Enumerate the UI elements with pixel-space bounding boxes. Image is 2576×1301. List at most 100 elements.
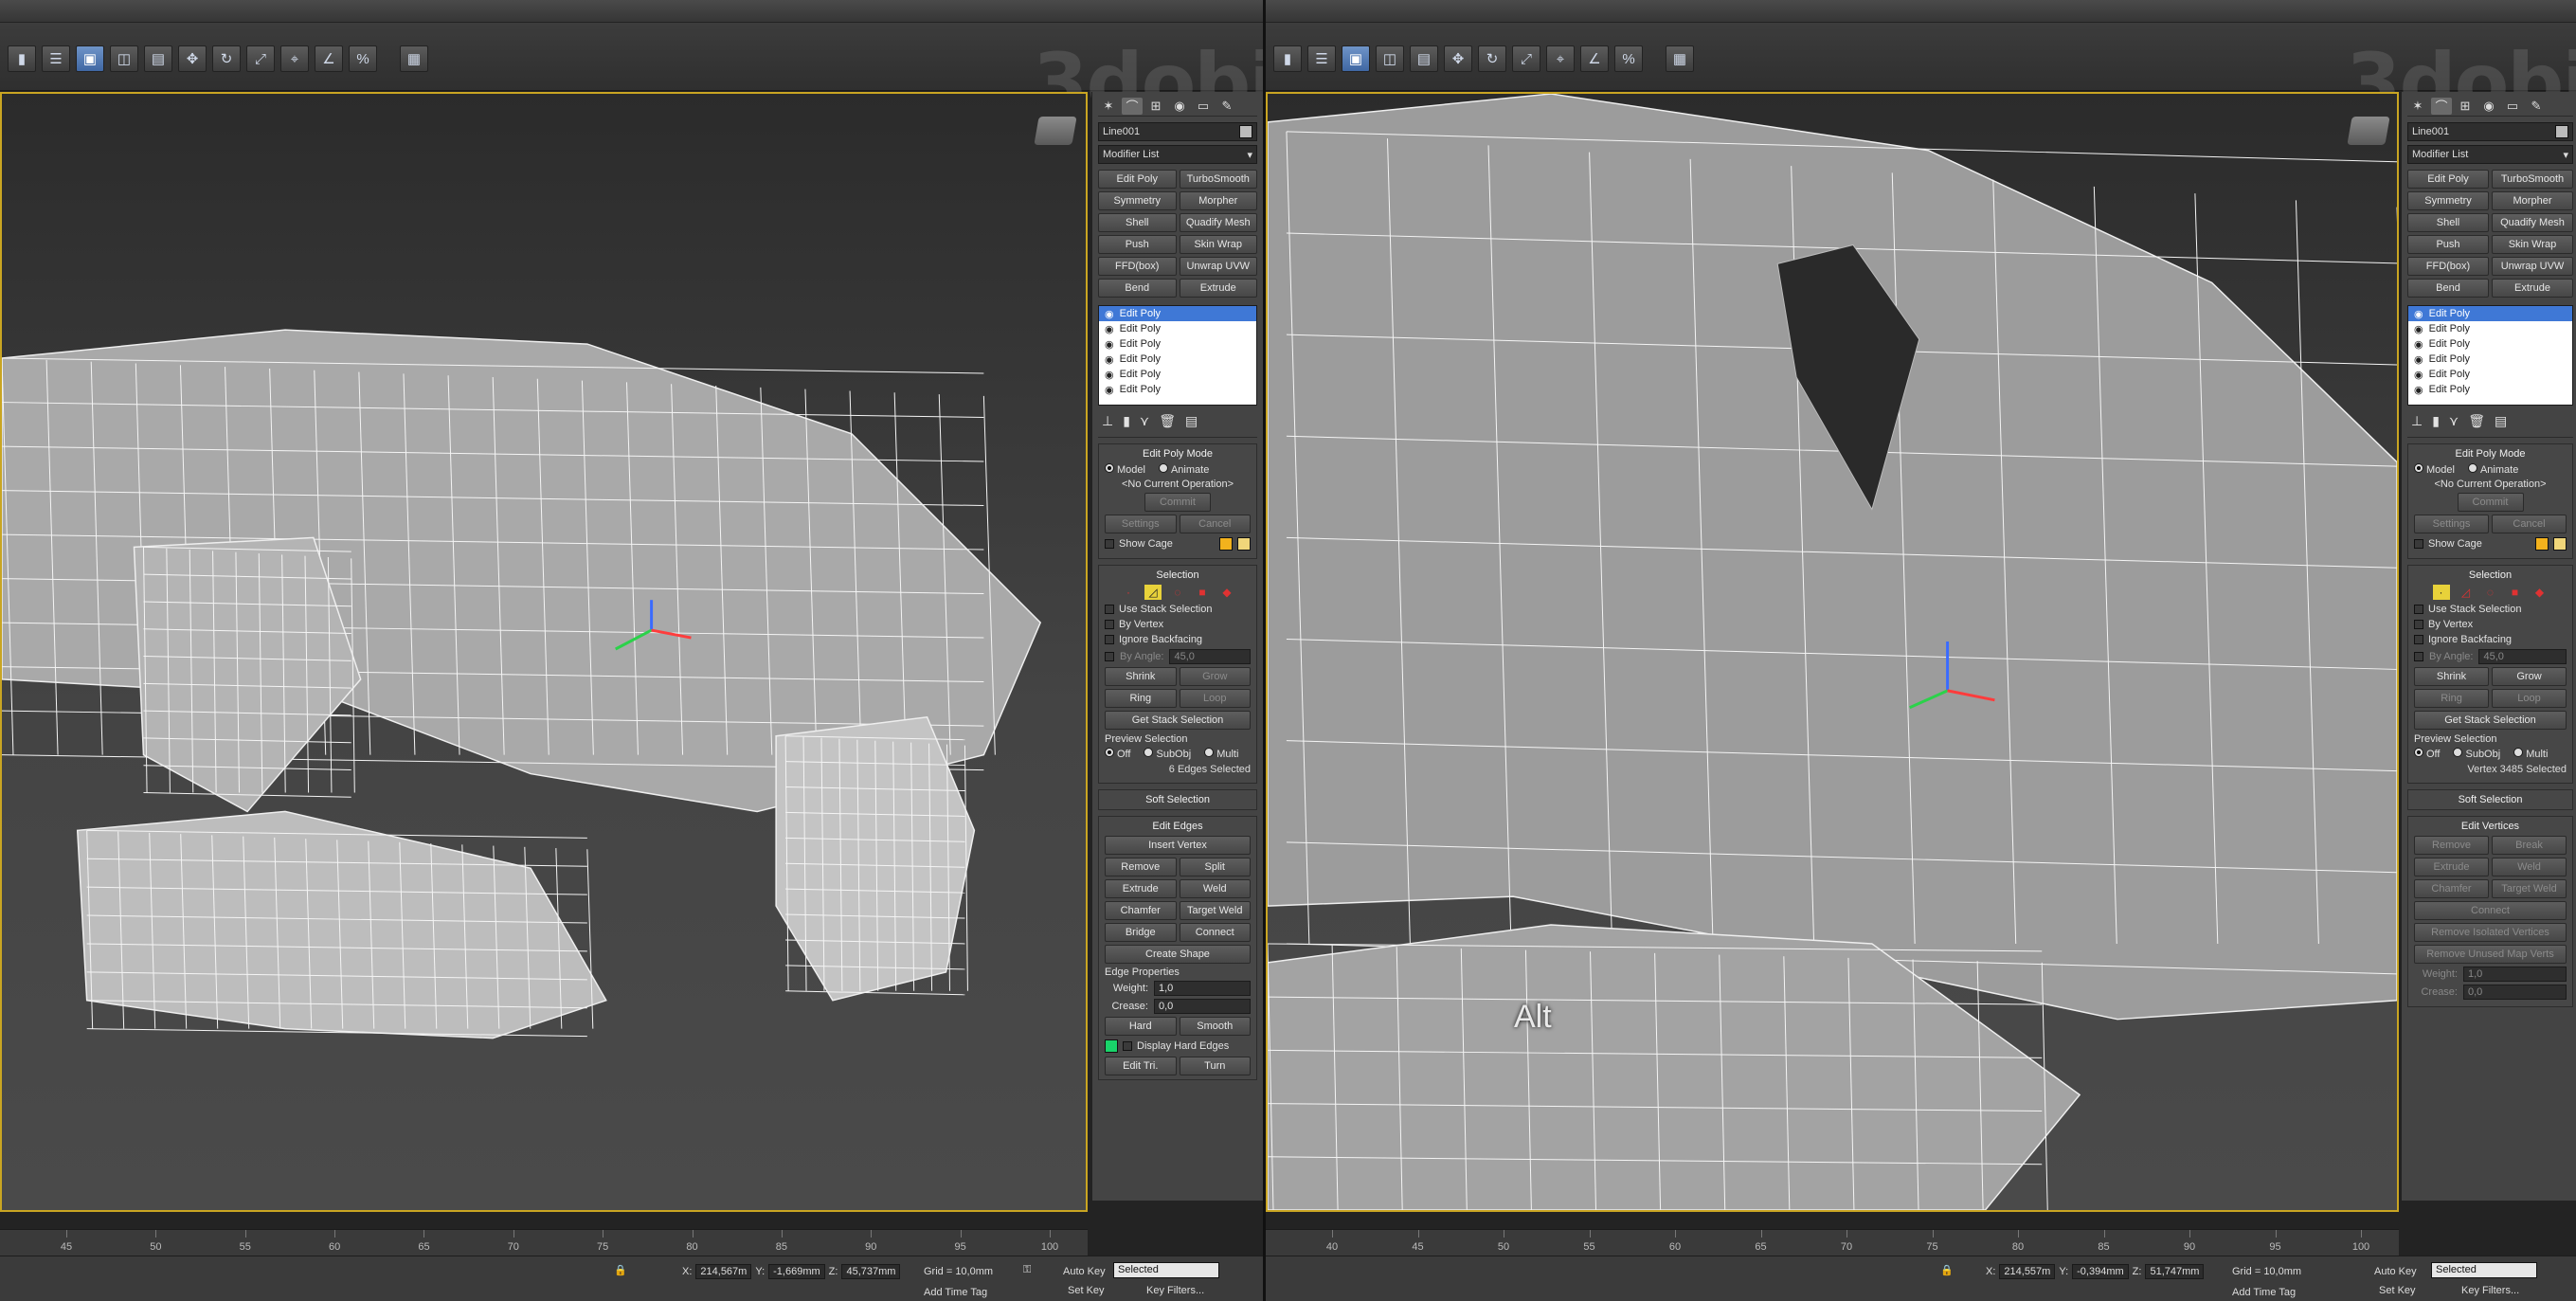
extrude-button[interactable]: Extrude [1105,879,1177,898]
render-setup-icon[interactable]: ▦ [400,45,428,72]
y-coordinate-field[interactable]: -1,669mm [768,1264,825,1279]
stack-item[interactable]: ◉ Edit Poly [1099,352,1256,367]
animate-radio[interactable]: Animate [2467,463,2518,476]
visibility-icon[interactable]: ◉ [1105,338,1114,351]
edge-mode-icon[interactable]: ◿ [1144,585,1162,600]
create-shape-button[interactable]: Create Shape [1105,945,1251,964]
by-vertex-checkbox[interactable] [2414,620,2423,629]
time-slider[interactable]: 45 50 55 60 65 70 75 80 85 90 95 100 [0,1229,1088,1256]
commit-button[interactable]: Commit [1144,493,1211,512]
window-crossing-icon[interactable]: ◫ [1376,45,1404,72]
preview-multi-radio[interactable]: Multi [2513,748,2548,760]
modifier-button[interactable]: Edit Poly [1098,170,1177,189]
pin-stack-icon[interactable]: ⊥ [1102,413,1113,429]
select-by-name-icon[interactable]: ☰ [42,45,70,72]
stack-item[interactable]: ◉ Edit Poly [2408,367,2572,382]
crease-spinner[interactable]: 0,0 [1154,999,1251,1014]
remove-modifier-icon[interactable]: 🗑 [1159,413,1176,429]
element-mode-icon[interactable]: ◆ [1218,585,1235,600]
remove-button[interactable]: Remove [2414,836,2489,855]
visibility-icon[interactable]: ◉ [1105,308,1114,320]
visibility-icon[interactable]: ◉ [2414,369,2423,381]
break-button[interactable]: Break [2492,836,2567,855]
stack-item[interactable]: ◉ Edit Poly [2408,382,2572,397]
select-icon[interactable]: ▮ [1273,45,1302,72]
modifier-button[interactable]: FFD(box) [1098,257,1177,276]
polygon-mode-icon[interactable]: ■ [1194,585,1211,600]
perspective-viewport[interactable]: Alt [1266,92,2399,1212]
hard-button[interactable]: Hard [1105,1017,1177,1036]
select-icon[interactable]: ▮ [8,45,36,72]
use-stack-checkbox[interactable] [1105,605,1114,614]
model-radio[interactable]: Model [2414,463,2455,476]
select-by-name-icon[interactable]: ☰ [1307,45,1336,72]
modifier-button[interactable]: Skin Wrap [1179,235,1257,254]
grow-button[interactable]: Grow [2492,667,2567,686]
x-coordinate-field[interactable]: 214,557m [1999,1264,2056,1279]
grow-button[interactable]: Grow [1179,667,1251,686]
remove-isolated-button[interactable]: Remove Isolated Vertices [2414,923,2567,942]
hard-edge-color-swatch[interactable] [1105,1039,1118,1053]
layer-icon[interactable]: ▤ [1410,45,1438,72]
rectangular-selection-icon[interactable]: ▣ [1342,45,1370,72]
rectangular-selection-icon[interactable]: ▣ [76,45,104,72]
visibility-icon[interactable]: ◉ [1105,369,1114,381]
by-angle-spinner[interactable]: 45,0 [1169,649,1251,664]
loop-button[interactable]: Loop [1179,689,1251,708]
border-mode-icon[interactable]: ◌ [1169,585,1186,600]
modify-tab-icon[interactable]: ⌒ [2431,97,2452,115]
show-cage-checkbox[interactable] [1105,539,1114,549]
split-button[interactable]: Split [1179,858,1251,876]
modifier-button[interactable]: Symmetry [2407,191,2489,210]
weld-button[interactable]: Weld [1179,879,1251,898]
z-coordinate-field[interactable]: 45,737mm [841,1264,901,1279]
add-time-tag[interactable]: Add Time Tag [924,1287,987,1298]
modifier-list-dropdown[interactable]: Modifier List ▾ [1098,145,1257,164]
key-filters-button[interactable]: Key Filters... [2461,1285,2519,1296]
stack-item[interactable]: ◉ Edit Poly [2408,321,2572,336]
render-setup-icon[interactable]: ▦ [1666,45,1694,72]
show-end-result-icon[interactable]: ▮ [1123,413,1130,429]
stack-item[interactable]: ◉ Edit Poly [1099,336,1256,352]
remove-unused-button[interactable]: Remove Unused Map Verts [2414,945,2567,964]
modifier-button[interactable]: Push [2407,235,2489,254]
percent-snap-icon[interactable]: % [349,45,377,72]
cage-color-swatch[interactable] [1219,537,1233,551]
visibility-icon[interactable]: ◉ [2414,323,2423,335]
object-color-swatch[interactable] [2555,125,2568,138]
model-radio[interactable]: Model [1105,463,1145,476]
set-key-button[interactable]: Set Key [2379,1285,2416,1296]
edit-triangulation-button[interactable]: Edit Tri. [1105,1057,1177,1075]
scale-icon[interactable]: ⤢ [246,45,275,72]
cage-color-swatch[interactable] [2535,537,2549,551]
get-stack-selection-button[interactable]: Get Stack Selection [1105,711,1251,730]
cage-selected-color-swatch[interactable] [1237,537,1251,551]
object-name-field[interactable]: Line001 [2407,122,2573,141]
vertex-mode-icon[interactable]: · [2432,585,2450,600]
key-icon[interactable]: ⚿ [1023,1264,1031,1276]
modifier-button[interactable]: TurboSmooth [2492,170,2573,189]
chamfer-button[interactable]: Chamfer [1105,901,1177,920]
visibility-icon[interactable]: ◉ [2414,338,2423,351]
preview-off-radio[interactable]: Off [1105,748,1130,760]
x-coordinate-field[interactable]: 214,567m [695,1264,752,1279]
key-mode-select[interactable]: Selected [1113,1262,1219,1278]
modifier-button[interactable]: Shell [1098,213,1177,232]
angle-snap-icon[interactable]: ∠ [315,45,343,72]
layer-icon[interactable]: ▤ [144,45,172,72]
ring-button[interactable]: Ring [1105,689,1177,708]
preview-subobj-radio[interactable]: SubObj [1144,748,1191,760]
window-crossing-icon[interactable]: ◫ [110,45,138,72]
modifier-button[interactable]: TurboSmooth [1179,170,1257,189]
bridge-button[interactable]: Bridge [1105,923,1177,942]
preview-subobj-radio[interactable]: SubObj [2453,748,2500,760]
visibility-icon[interactable]: ◉ [1105,353,1114,366]
z-coordinate-field[interactable]: 51,747mm [2145,1264,2205,1279]
angle-snap-icon[interactable]: ∠ [1580,45,1609,72]
stack-item[interactable]: ◉ Edit Poly [1099,367,1256,382]
rotate-icon[interactable]: ↻ [212,45,241,72]
rotate-icon[interactable]: ↻ [1478,45,1506,72]
vertex-mode-icon[interactable]: · [1120,585,1137,600]
connect-button[interactable]: Connect [1179,923,1251,942]
create-tab-icon[interactable]: ✶ [2407,98,2428,115]
